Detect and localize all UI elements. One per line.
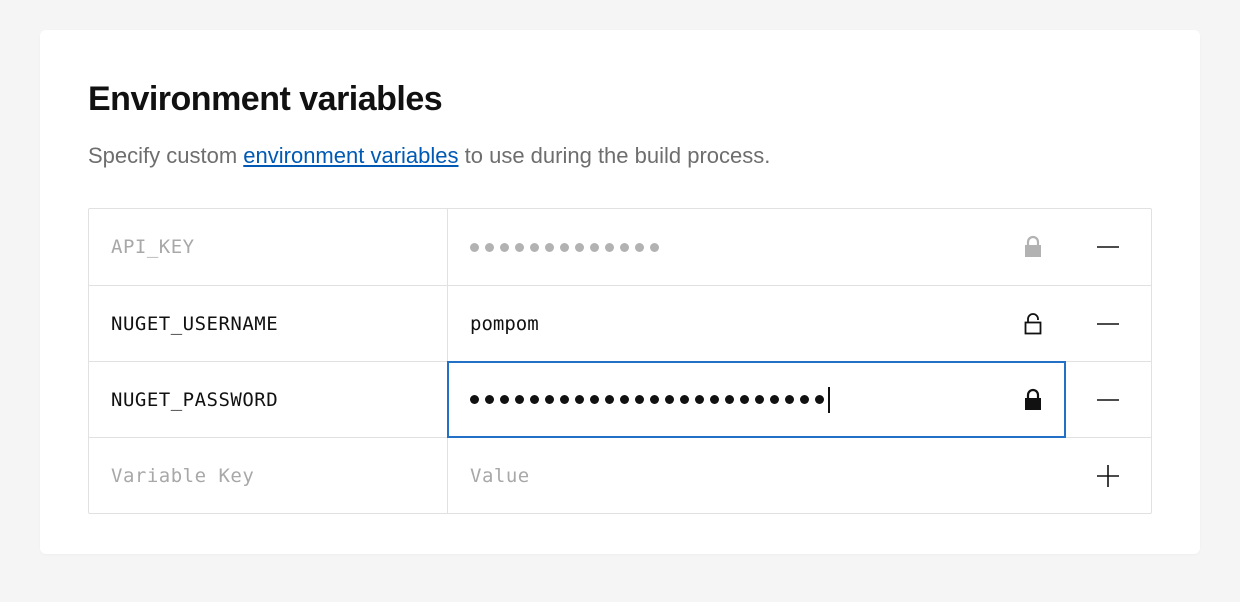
- env-var-key: NUGET_PASSWORD: [111, 389, 278, 411]
- action-cell: [1065, 438, 1151, 513]
- env-var-value: pompom: [470, 313, 1007, 335]
- action-cell: [1065, 286, 1151, 361]
- masked-dots: [470, 395, 824, 404]
- env-var-key-cell[interactable]: [89, 438, 448, 513]
- env-var-value-cell[interactable]: [448, 362, 1065, 437]
- text-caret: [828, 387, 830, 413]
- env-var-row: NUGET_PASSWORD: [89, 361, 1151, 437]
- unlock-icon[interactable]: [1019, 310, 1047, 338]
- env-vars-panel: Environment variables Specify custom env…: [40, 30, 1200, 554]
- desc-prefix: Specify custom: [88, 143, 243, 168]
- env-var-row: NUGET_USERNAME pompom: [89, 285, 1151, 361]
- env-vars-table: API_KEY NU: [88, 208, 1152, 514]
- env-var-key-cell[interactable]: NUGET_USERNAME: [89, 286, 448, 361]
- lock-icon[interactable]: [1019, 233, 1047, 261]
- remove-button[interactable]: [1094, 233, 1122, 261]
- env-var-key: NUGET_USERNAME: [111, 313, 278, 335]
- new-value-input[interactable]: [470, 465, 1047, 487]
- masked-dots: [470, 243, 659, 252]
- add-button[interactable]: [1094, 462, 1122, 490]
- env-var-value-cell[interactable]: [448, 209, 1065, 285]
- env-var-key: API_KEY: [111, 236, 195, 258]
- action-cell: [1065, 362, 1151, 437]
- new-key-input[interactable]: [111, 465, 425, 487]
- desc-suffix: to use during the build process.: [459, 143, 771, 168]
- env-var-value-cell[interactable]: pompom: [448, 286, 1065, 361]
- env-var-value: [470, 387, 1007, 413]
- env-var-row: API_KEY: [89, 209, 1151, 285]
- env-var-value: [470, 243, 1007, 252]
- remove-button[interactable]: [1094, 386, 1122, 414]
- panel-title: Environment variables: [88, 80, 1152, 119]
- env-var-key-cell[interactable]: NUGET_PASSWORD: [89, 362, 448, 437]
- env-var-value-cell[interactable]: [448, 438, 1065, 513]
- lock-icon[interactable]: [1019, 386, 1047, 414]
- env-var-new-row: [89, 437, 1151, 513]
- env-var-key-cell[interactable]: API_KEY: [89, 209, 448, 285]
- action-cell: [1065, 209, 1151, 285]
- env-vars-docs-link[interactable]: environment variables: [243, 143, 458, 168]
- remove-button[interactable]: [1094, 310, 1122, 338]
- panel-description: Specify custom environment variables to …: [88, 139, 1152, 172]
